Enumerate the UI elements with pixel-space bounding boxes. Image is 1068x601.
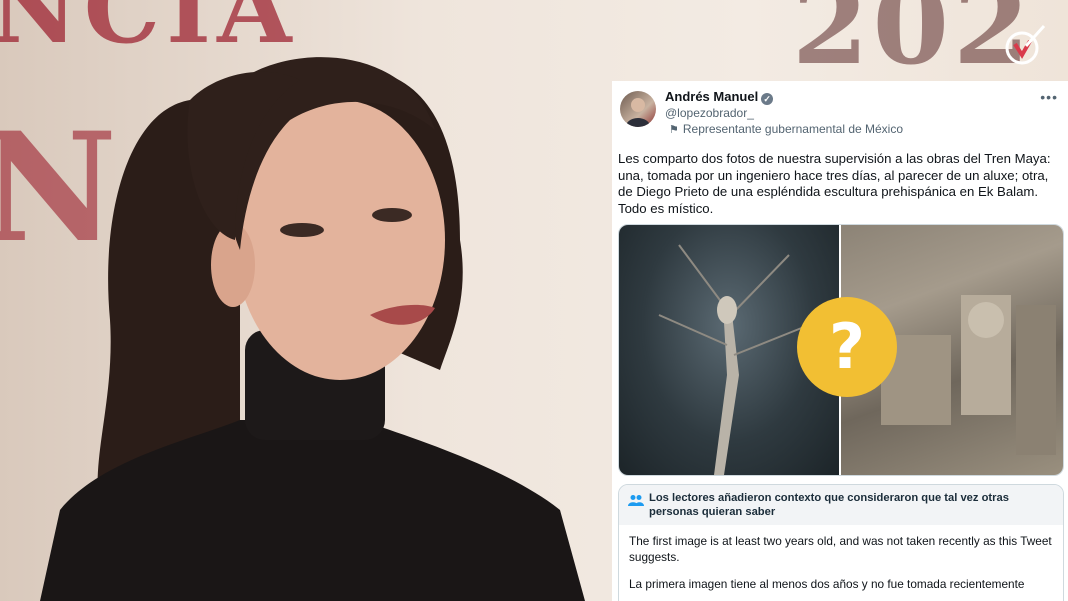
- community-note-english: The first image is at least two years ol…: [629, 534, 1052, 564]
- tweet-card[interactable]: ••• Andrés Manuel ✓ @lopezobrador_ ⚑ Repre…: [612, 81, 1068, 601]
- community-note-header: Los lectores añadieron contexto que cons…: [619, 485, 1063, 525]
- tweet-media[interactable]: ?: [618, 224, 1064, 476]
- author-name[interactable]: Andrés Manuel: [665, 89, 758, 104]
- author-name-row[interactable]: Andrés Manuel ✓: [665, 89, 774, 105]
- banner-year: 202: [792, 0, 1034, 89]
- government-label-text: Representante gubernamental de México: [682, 122, 904, 136]
- community-note-title: Los lectores añadieron contexto que cons…: [649, 492, 1009, 518]
- government-label: ⚑ Representante gubernamental de México: [669, 122, 903, 136]
- people-icon: [628, 495, 644, 506]
- flag-icon: ⚑: [669, 124, 679, 136]
- avatar[interactable]: [620, 91, 656, 127]
- question-mark-badge: ?: [797, 297, 897, 397]
- community-note: Los lectores añadieron contexto que cons…: [618, 484, 1064, 601]
- speaker-figure: [40, 57, 585, 601]
- avatar-image: [625, 98, 651, 127]
- author-handle[interactable]: @lopezobrador_: [665, 106, 754, 120]
- community-note-spanish: La primera imagen tiene al menos dos año…: [629, 577, 1025, 591]
- verified-badge-icon: ✓: [761, 93, 774, 105]
- brand-logo-icon: [1005, 24, 1046, 65]
- community-note-body: The first image is at least two years ol…: [619, 525, 1063, 601]
- more-options-icon[interactable]: •••: [1040, 89, 1058, 105]
- tweet-text: Les comparto dos fotos de nuestra superv…: [618, 151, 1051, 216]
